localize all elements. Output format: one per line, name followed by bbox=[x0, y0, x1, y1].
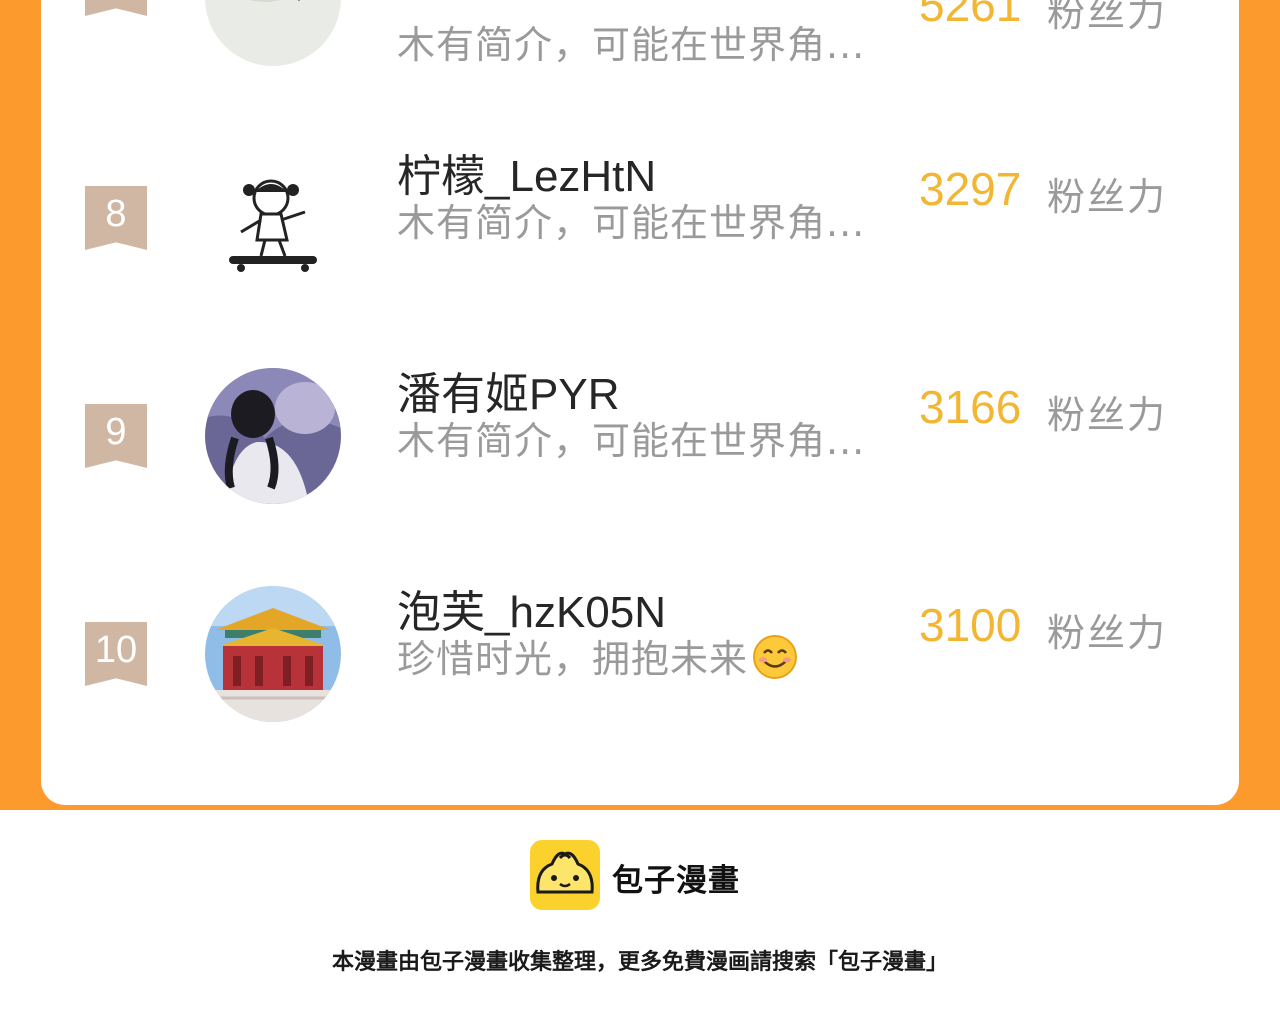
user-bio: 木有简介，可能在世界角... bbox=[397, 23, 866, 67]
fans-count: 3100 bbox=[919, 599, 1022, 651]
user-bio: 珍惜时光，拥抱未来 bbox=[397, 628, 798, 683]
avatar bbox=[205, 586, 341, 722]
rank-badge: 7 bbox=[85, 0, 147, 16]
footer-note: 本漫畫由包子漫畫收集整理，更多免費漫画請搜索「包子漫畫」 bbox=[331, 950, 948, 975]
fans-count: 5261 bbox=[919, 0, 1022, 31]
fans-count: 3297 bbox=[919, 163, 1022, 215]
user-bio: 木有简介，可能在世界角... bbox=[397, 201, 866, 245]
fans-count: 3166 bbox=[919, 381, 1022, 433]
ranking-row-7[interactable]: 7 木有简介，可能在世界角... 5261 粉丝力 bbox=[41, 0, 1239, 110]
fans-unit: 粉丝力 bbox=[1047, 611, 1168, 655]
ranking-row-10[interactable]: 10 泡芙_hzK05N 珍惜时光，拥抱未来 3100 粉丝力 bbox=[41, 586, 1239, 746]
ranking-row-8[interactable]: 8 柠檬_LezHtN 木有简介，可能在世界角... 3297 粉丝力 bbox=[41, 152, 1239, 310]
fans-unit: 粉丝力 bbox=[1047, 393, 1168, 437]
rank-badge: 10 bbox=[85, 622, 147, 686]
baozi-logo-icon bbox=[530, 840, 600, 910]
ranking-row-9[interactable]: 9 潘有姬PYR 木有简介，可能在世界角... 3166 粉丝力 bbox=[41, 368, 1239, 528]
rank-badge: 9 bbox=[85, 404, 147, 468]
fans-unit: 粉丝力 bbox=[1047, 175, 1168, 219]
smiling-face-icon bbox=[752, 634, 798, 680]
footer-brand: 包子漫畫 bbox=[612, 863, 740, 899]
fans-unit: 粉丝力 bbox=[1047, 0, 1168, 35]
avatar bbox=[205, 0, 341, 66]
user-bio: 木有简介，可能在世界角... bbox=[397, 419, 866, 463]
rank-badge: 8 bbox=[85, 186, 147, 250]
ranking-card: 7 木有简介，可能在世界角... 5261 粉丝力 8 bbox=[41, 0, 1239, 805]
avatar bbox=[205, 368, 341, 504]
user-bio-text: 珍惜时光，拥抱未来 bbox=[397, 637, 749, 681]
avatar bbox=[205, 156, 341, 292]
